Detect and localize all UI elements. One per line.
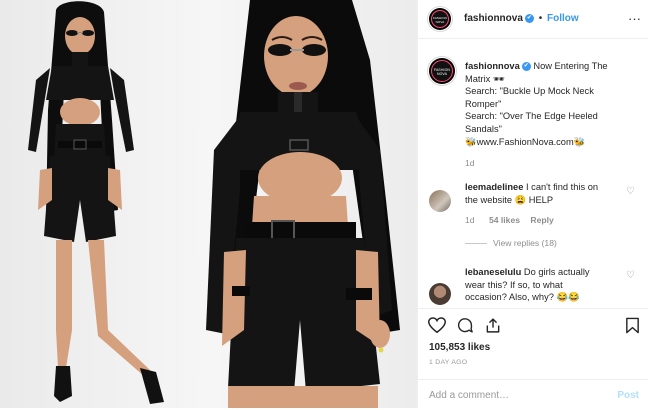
- post-timestamp: 1 DAY AGO: [429, 359, 468, 366]
- comment-reply-button[interactable]: Reply: [530, 215, 553, 225]
- view-replies-button[interactable]: View replies (18): [465, 238, 557, 248]
- caption-time: 1d: [465, 158, 475, 168]
- heart-icon[interactable]: [428, 317, 446, 334]
- header-separator: •: [538, 13, 543, 24]
- comments-section: FASHION NOVA fashionnova ✔ Now Entering T…: [418, 38, 648, 308]
- caption-username[interactable]: fashionnova: [465, 61, 520, 71]
- likes-count[interactable]: 105,853 likes: [429, 342, 490, 353]
- replies-divider-line: [465, 243, 487, 245]
- share-icon[interactable]: [484, 317, 502, 334]
- comment-line: the website 😩 HELP: [465, 194, 554, 205]
- caption-author-avatar[interactable]: FASHION NOVA: [429, 58, 455, 84]
- post-header: FASHION NOVA fashionnova ✔ • Follow ···: [418, 0, 648, 39]
- verified-badge-icon: ✔: [524, 13, 534, 23]
- comment-line: wear this? If so, to what: [465, 279, 563, 290]
- view-replies-label: View replies (18): [493, 238, 557, 248]
- caption-line: Now Entering The: [533, 61, 608, 71]
- avatar-logo-text: FASHION NOVA: [433, 16, 447, 24]
- author-avatar[interactable]: FASHION NOVA: [429, 8, 451, 30]
- caption-line: Matrix 🕶: [465, 73, 505, 84]
- post-comment-button[interactable]: Post: [617, 390, 639, 401]
- comment-time: 1d: [465, 215, 475, 225]
- bookmark-icon[interactable]: [625, 317, 640, 334]
- caption-line: Sandals": [465, 123, 502, 134]
- comment-input[interactable]: Add a comment…: [429, 390, 509, 401]
- caption-line: Search: "Buckle Up Mock Neck: [465, 86, 594, 97]
- caption-link[interactable]: 🐝www.FashionNova.com🐝: [465, 137, 585, 147]
- verified-badge-icon: ✔: [521, 62, 531, 72]
- post-image-illustration: [0, 0, 417, 408]
- commenter-avatar[interactable]: [429, 283, 451, 305]
- avatar-logo-text: FASHION NOVA: [433, 68, 451, 76]
- caption-text: fashionnova ✔ Now Entering The Matrix 🕶 S…: [465, 60, 641, 148]
- comment-line: I can't find this on: [526, 182, 599, 192]
- comment-line: Do girls actually: [523, 267, 590, 277]
- caption-line: Romper": [465, 98, 502, 109]
- header-author-line: fashionnova ✔ • Follow: [464, 13, 579, 24]
- comment-meta: 1d 54 likes Reply: [465, 215, 554, 225]
- comment-text: leemadelinee I can't find this on the we…: [465, 181, 625, 206]
- comment-username[interactable]: leemadelinee: [465, 182, 523, 192]
- more-options-icon[interactable]: ···: [628, 11, 641, 26]
- follow-button[interactable]: Follow: [547, 13, 579, 24]
- comment-text: lebaneselulu Do girls actually wear this…: [465, 266, 627, 304]
- post-actions: 105,853 likes 1 DAY AGO Add a comment… P…: [418, 308, 648, 409]
- instagram-post-view: FASHION NOVA fashionnova ✔ • Follow ··· F…: [0, 0, 648, 408]
- post-image[interactable]: [0, 0, 417, 408]
- comment-icon[interactable]: [456, 317, 474, 334]
- comment-like-heart-icon[interactable]: ♡: [626, 186, 635, 197]
- caption-line: Search: "Over The Edge Heeled: [465, 111, 598, 122]
- comment-like-heart-icon[interactable]: ♡: [626, 270, 635, 281]
- comment-username[interactable]: lebaneselulu: [465, 267, 521, 277]
- commenter-avatar[interactable]: [429, 190, 451, 212]
- comment-likes-count[interactable]: 54 likes: [489, 215, 520, 225]
- author-username[interactable]: fashionnova: [464, 13, 523, 24]
- add-comment-bar: Add a comment… Post: [418, 379, 648, 410]
- post-side-panel: FASHION NOVA fashionnova ✔ • Follow ··· F…: [417, 0, 648, 408]
- comment-line: occasion? Also, why? 😂😂: [465, 292, 580, 303]
